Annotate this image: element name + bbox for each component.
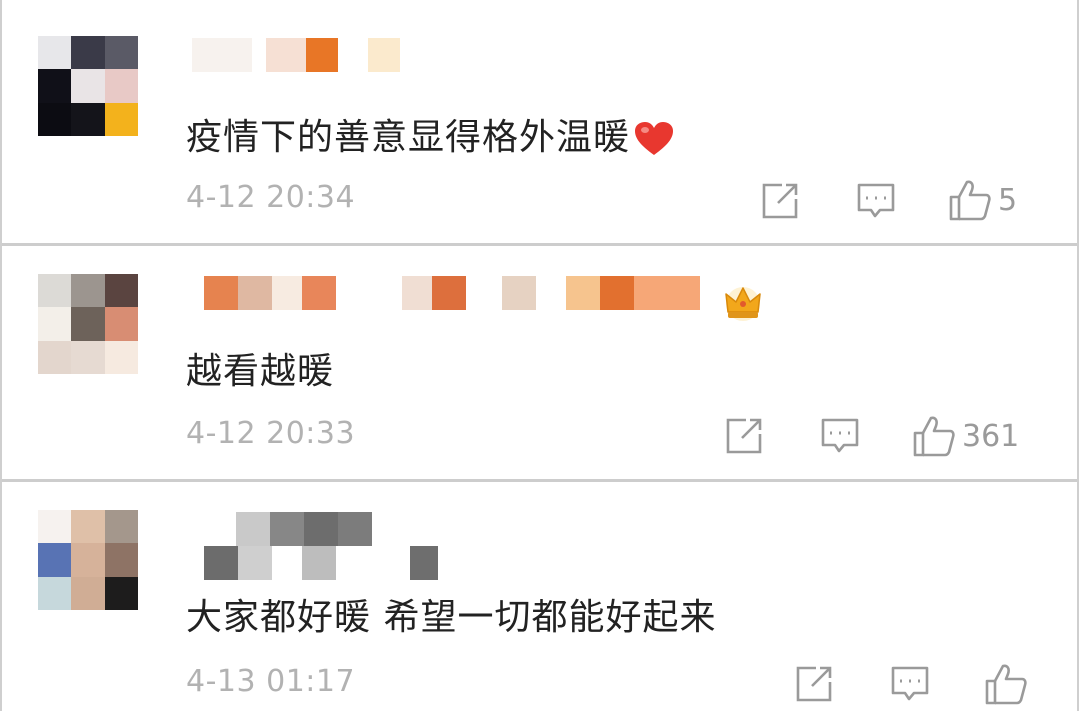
- comment-item: 大家都好暖 希望一切都能好起来 4-13 01:17: [2, 482, 1077, 711]
- heart-icon: [635, 122, 674, 155]
- thumbs-up-icon: [949, 180, 991, 221]
- share-icon[interactable]: [724, 416, 764, 456]
- avatar[interactable]: [38, 36, 138, 136]
- comment-icon[interactable]: [856, 181, 896, 221]
- comment-item: 疫情下的善意显得格外温暖 4-12 20:34 5: [2, 0, 1077, 243]
- thumbs-up-icon: [913, 416, 955, 457]
- comment-text-content: 疫情下的善意显得格外温暖: [186, 117, 631, 158]
- username-blurred[interactable]: [182, 34, 422, 74]
- comment-text-content: 大家都好暖 希望一切都能好起来: [186, 597, 717, 638]
- comment-text: 疫情下的善意显得格外温暖: [186, 108, 674, 160]
- avatar[interactable]: [38, 510, 138, 610]
- comment-text: 大家都好暖 希望一切都能好起来: [186, 588, 716, 640]
- timestamp: 4-13 01:17: [186, 664, 356, 699]
- comment-icon[interactable]: [820, 416, 860, 456]
- like-count: 361: [962, 418, 1020, 454]
- crown-icon: [725, 287, 761, 321]
- like-button[interactable]: [984, 662, 1034, 706]
- timestamp: 4-12 20:34: [186, 180, 356, 215]
- comment-text: 越看越暖: [186, 342, 334, 394]
- comment-icon[interactable]: [890, 664, 930, 704]
- like-count: 5: [998, 182, 1018, 218]
- share-icon[interactable]: [760, 181, 800, 221]
- like-button[interactable]: 361: [912, 414, 1019, 458]
- like-button[interactable]: 5: [948, 178, 1017, 222]
- timestamp: 4-12 20:33: [186, 416, 356, 451]
- username-blurred[interactable]: [182, 272, 742, 312]
- avatar[interactable]: [38, 274, 138, 374]
- comment-text-content: 越看越暖: [186, 351, 335, 392]
- comment-item: 越看越暖 4-12 20:33 361: [2, 246, 1077, 479]
- share-icon[interactable]: [794, 664, 834, 704]
- thumbs-up-icon: [985, 664, 1027, 705]
- comment-list: 疫情下的善意显得格外温暖 4-12 20:34 5 越看越暖 4-12 20:3…: [0, 0, 1079, 711]
- username-blurred[interactable]: [182, 508, 462, 580]
